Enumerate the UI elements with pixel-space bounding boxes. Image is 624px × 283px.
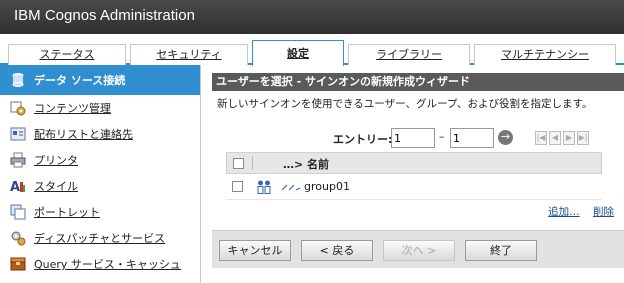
tab-library[interactable]: ライブラリー	[348, 44, 470, 65]
sidebar-item-distribution-lists[interactable]: 配布リストと連絡先	[0, 121, 200, 147]
sidebar-item-printers[interactable]: プリンタ	[0, 147, 200, 173]
tab-status[interactable]: ステータス	[8, 44, 126, 65]
add-link[interactable]: 追加…	[548, 206, 580, 218]
next-page-icon[interactable]: ▶	[563, 131, 575, 145]
last-page-icon[interactable]: ▶|	[577, 131, 589, 145]
group-name[interactable]: group01	[304, 180, 350, 193]
first-page-icon[interactable]: |◀	[535, 131, 547, 145]
row-checkbox[interactable]	[232, 181, 243, 192]
wizard-description: 新しいサインオンを使用できるユーザー、グループ、および役割を指定します。	[217, 98, 593, 110]
sidebar-item-portlets[interactable]: ポートレット	[0, 199, 200, 225]
button-bar: キャンセル < 戻る 次へ > 終了	[212, 230, 624, 268]
entry-from-input[interactable]	[391, 128, 435, 148]
address-book-icon	[10, 126, 26, 142]
previous-page-icon[interactable]: ◀	[549, 131, 561, 145]
group-icon	[256, 179, 272, 198]
wizard-title: ユーザーを選択 - サインオンの新規作成ウィザード	[212, 73, 624, 91]
app-title: IBM Cognos Administration	[0, 0, 624, 34]
next-button[interactable]: 次へ >	[383, 240, 455, 261]
content-gear-icon	[10, 100, 26, 116]
finish-button[interactable]: 終了	[465, 240, 537, 261]
sidebar-item-data-source-connections[interactable]: データ ソース接続	[0, 65, 200, 95]
entry-label: エントリー:	[333, 133, 393, 146]
table-row[interactable]: group01	[226, 174, 602, 200]
sidebar-item-styles[interactable]: A スタイル	[0, 173, 200, 199]
back-button[interactable]: < 戻る	[301, 240, 373, 261]
database-icon	[10, 72, 26, 88]
cancel-button[interactable]: キャンセル	[219, 240, 291, 261]
entry-range: エントリー: – → |◀ ◀ ▶ ▶|	[212, 128, 624, 148]
entry-dash: –	[439, 130, 445, 143]
results-table: …> 名前 group01	[226, 152, 602, 200]
column-divider	[252, 156, 253, 170]
tab-bar: ステータス セキュリティ 設定 ライブラリー マルチテナンシー	[0, 34, 624, 67]
printer-icon	[10, 152, 26, 168]
sidebar-item-content-administration[interactable]: コンテンツ管理	[0, 95, 200, 121]
table-actions: 追加… 削除	[548, 204, 614, 219]
table-header: …> 名前	[226, 152, 602, 174]
tab-security[interactable]: セキュリティ	[130, 44, 248, 65]
svg-text:A: A	[10, 180, 20, 194]
go-icon[interactable]: →	[498, 130, 513, 145]
sidebar-item-query-service-caching[interactable]: Query サービス・キャッシュ	[0, 251, 200, 277]
query-cache-icon	[10, 256, 26, 272]
tab-configuration[interactable]: 設定	[252, 40, 344, 67]
remove-link[interactable]: 削除	[593, 206, 614, 218]
select-all-checkbox[interactable]	[233, 158, 244, 169]
style-icon: A	[10, 178, 26, 195]
tab-multitenancy[interactable]: マルチテナンシー	[474, 44, 616, 65]
portlet-icon	[10, 204, 26, 220]
name-column-header[interactable]: …> 名前	[283, 156, 329, 172]
sidebar-item-dispatchers-services[interactable]: ディスパッチャとサービス	[0, 225, 200, 251]
wizard-panel: ユーザーを選択 - サインオンの新規作成ウィザード 新しいサインオンを使用できる…	[212, 73, 624, 283]
dispatcher-icon	[10, 230, 26, 246]
sidebar: データ ソース接続 コンテンツ管理 配布リストと連絡先 プリンタ A スタイル …	[0, 65, 201, 283]
entry-to-input[interactable]	[450, 128, 494, 148]
path-icon	[281, 179, 301, 198]
